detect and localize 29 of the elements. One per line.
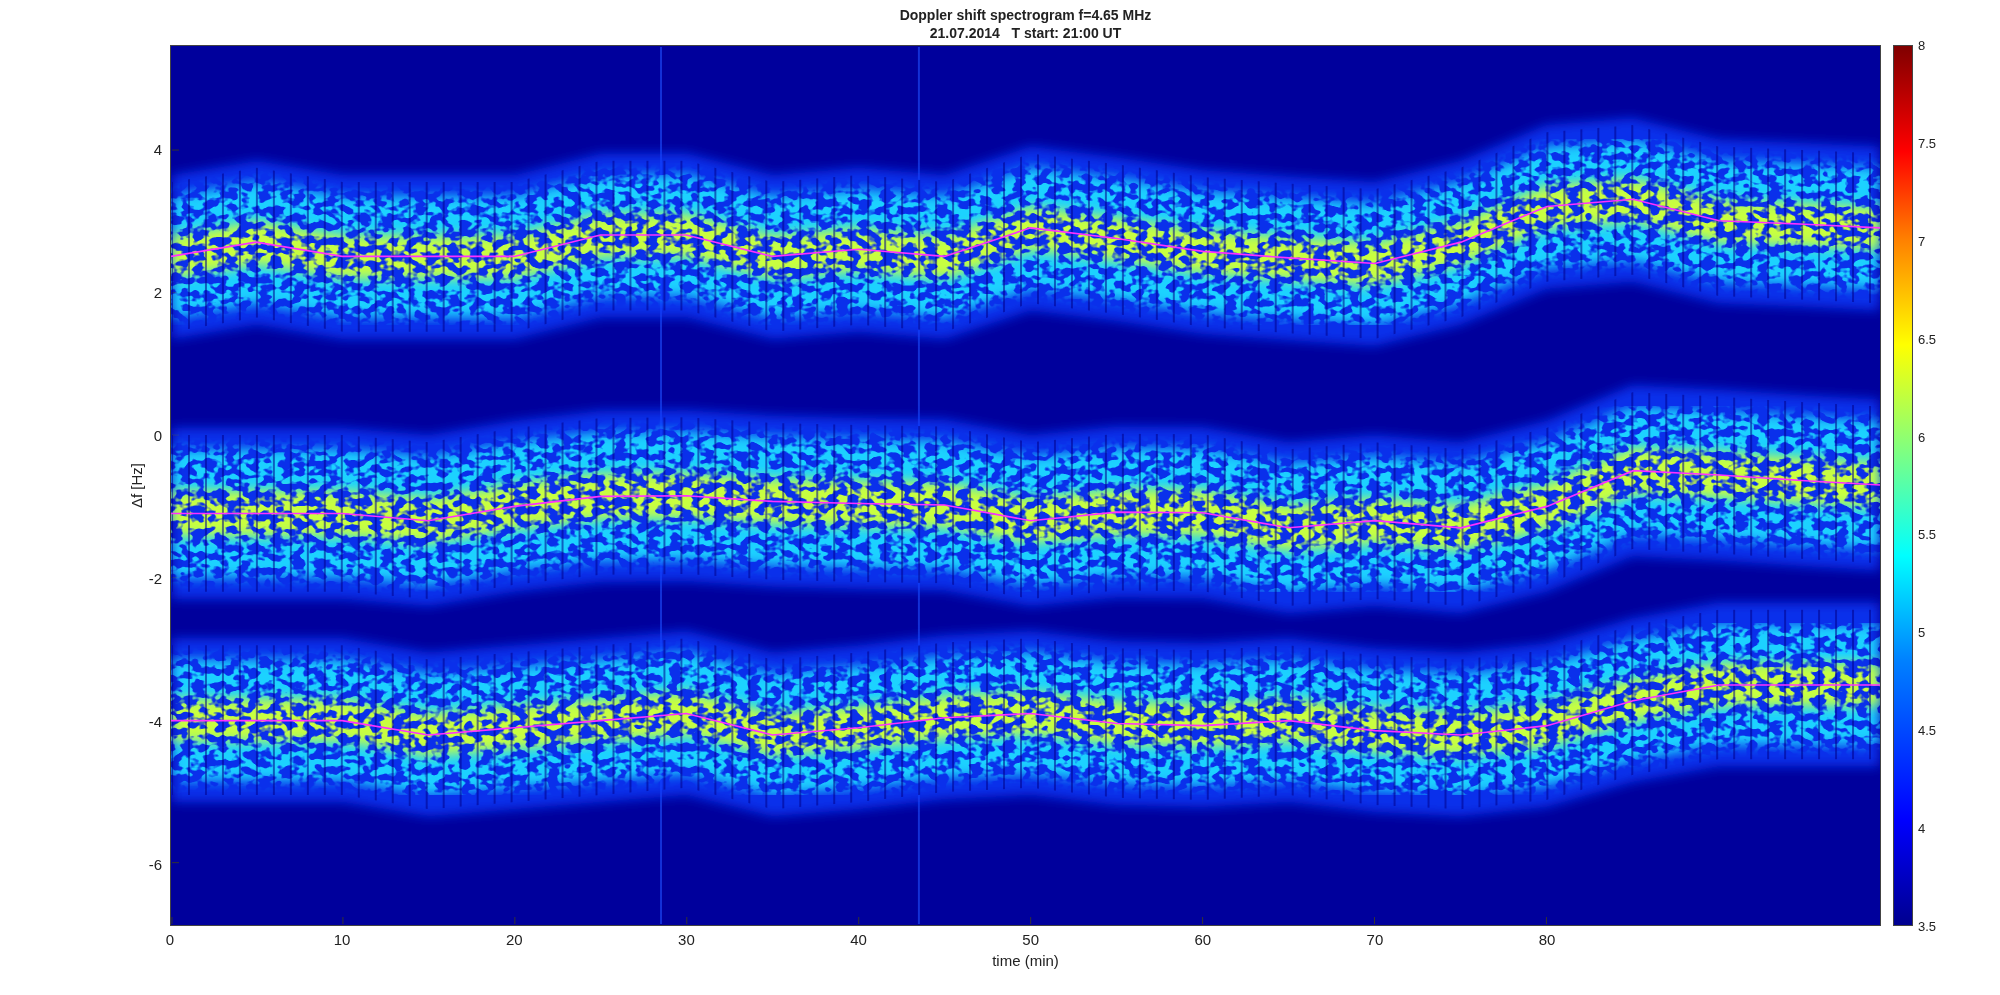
- axis-tick-label: -4: [148, 712, 162, 730]
- axis-tick-label: 0: [153, 426, 162, 444]
- axis-tick-label: -6: [148, 855, 162, 872]
- colorbar-tick-label: 6.5: [1918, 331, 1937, 347]
- axis-label: time (min): [992, 951, 1059, 970]
- axis-tick-label: 70: [1366, 931, 1384, 948]
- axis-tick-label: 2: [153, 283, 162, 301]
- axis-tick-label: 10: [333, 931, 351, 948]
- axis-label: Δf [Hz]: [128, 463, 145, 508]
- axis-tick-label: 30: [678, 931, 695, 948]
- chart-title: 21.07.2014 T start: 21:00 UT: [929, 24, 1122, 42]
- axis-tick-label: 4: [153, 140, 162, 158]
- colorbar-tick-label: 5: [1918, 624, 1926, 640]
- colorbar-tick-label: 6: [1918, 429, 1926, 445]
- axis-tick-label: 0: [165, 931, 175, 948]
- colorbar-tick-label: 4.5: [1918, 722, 1937, 738]
- axis-tick-label: 80: [1538, 931, 1556, 948]
- axis-tick-label: 60: [1194, 931, 1212, 948]
- axis-tick-label: 40: [850, 931, 867, 948]
- colorbar-tick-label: 8: [1918, 37, 1926, 53]
- axis-tick-label: 50: [1022, 931, 1039, 948]
- axis-tick-label: -2: [148, 569, 162, 587]
- colorbar-tick-label: 7: [1918, 233, 1926, 249]
- colorbar-tick-label: 3.5: [1918, 918, 1937, 934]
- axis-tick-label: 20: [505, 931, 523, 948]
- colorbar-tick-label: 7.5: [1918, 135, 1937, 151]
- chart-title: Doppler shift spectrogram f=4.65 MHz: [899, 6, 1152, 24]
- colorbar-tick-label: 5.5: [1918, 526, 1937, 542]
- colorbar-tick-label: 4: [1918, 820, 1926, 836]
